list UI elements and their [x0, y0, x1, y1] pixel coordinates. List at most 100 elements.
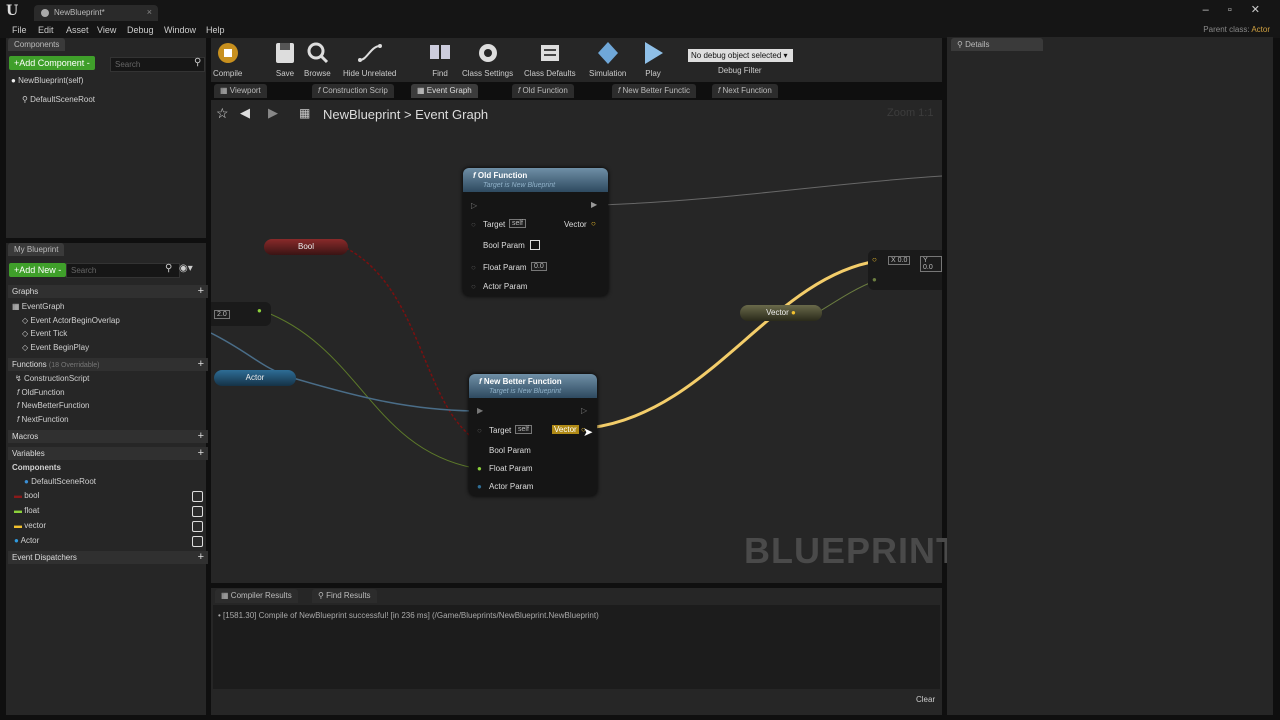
- add-function-icon[interactable]: +: [198, 358, 204, 371]
- add-macro-icon[interactable]: +: [198, 430, 204, 443]
- vector-variable-node[interactable]: Vector ●: [740, 305, 822, 321]
- components-search-input[interactable]: Search: [110, 57, 205, 72]
- menu-view[interactable]: View: [97, 25, 116, 35]
- save-button[interactable]: Save: [272, 40, 298, 78]
- tab-event-graph[interactable]: ▦ Event Graph: [411, 84, 478, 98]
- graph-item-beginplay[interactable]: ◇ Event BeginPlay: [22, 343, 89, 352]
- menu-file[interactable]: File: [12, 25, 27, 35]
- float-in-pin-icon[interactable]: ●: [872, 275, 877, 284]
- breadcrumb-root[interactable]: NewBlueprint: [323, 107, 400, 122]
- menu-debug[interactable]: Debug: [127, 25, 154, 35]
- visibility-toggle-icon[interactable]: [192, 491, 203, 502]
- exec-out-pin-icon[interactable]: ▷: [581, 406, 587, 415]
- back-arrow-icon[interactable]: ◀: [240, 105, 250, 121]
- make-vector-node[interactable]: ○ X 0.0 Y 0.0 ●: [868, 250, 942, 290]
- variable-item-actor[interactable]: ● Actor: [14, 536, 39, 545]
- visibility-toggle-icon[interactable]: [192, 521, 203, 532]
- bool-param-checkbox[interactable]: [530, 240, 540, 250]
- compile-button[interactable]: Compile: [213, 40, 242, 78]
- hide-unrelated-button[interactable]: Hide Unrelated: [343, 40, 396, 78]
- menu-window[interactable]: Window: [164, 25, 196, 35]
- debug-object-select[interactable]: No debug object selected ▾: [688, 49, 793, 62]
- add-variable-icon[interactable]: +: [198, 447, 204, 460]
- class-settings-button[interactable]: Class Settings: [462, 40, 513, 78]
- variable-item-vector[interactable]: ▬ vector: [14, 521, 46, 530]
- variable-item-float[interactable]: ▬ float: [14, 506, 39, 515]
- bool-variable-node[interactable]: Bool: [264, 239, 348, 255]
- tab-next-function[interactable]: f Next Function: [712, 84, 778, 98]
- new-better-function-node[interactable]: f New Better Function Target is New Blue…: [469, 374, 597, 496]
- macros-section[interactable]: Macros +: [8, 430, 208, 443]
- play-button[interactable]: Play: [640, 40, 666, 78]
- tab-compiler-results[interactable]: ▦ Compiler Results: [215, 589, 298, 603]
- functions-section[interactable]: Functions (18 Overridable) +: [8, 358, 208, 371]
- actor-pin-icon[interactable]: ●: [477, 482, 482, 491]
- function-item-nextfunction[interactable]: f NextFunction: [17, 415, 69, 424]
- graph-item-eventgraph[interactable]: ▦ EventGraph: [12, 302, 65, 311]
- actor-pin-icon[interactable]: ○: [471, 282, 476, 291]
- float-literal-node[interactable]: 2.0 ●: [211, 302, 271, 326]
- graph-item-eventtick[interactable]: ◇ Event Tick: [22, 329, 67, 338]
- target-self-value[interactable]: self: [509, 219, 526, 228]
- tab-construction-script[interactable]: f Construction Scrip: [312, 84, 394, 98]
- variable-item-defaultsceneroot[interactable]: ● DefaultSceneRoot: [24, 477, 96, 486]
- tab-new-better-function[interactable]: f New Better Functic: [612, 84, 697, 98]
- menu-asset[interactable]: Asset: [66, 25, 89, 35]
- clear-button[interactable]: Clear: [916, 695, 935, 704]
- float-out-pin-icon[interactable]: ●: [257, 306, 262, 315]
- vector-y-value[interactable]: Y 0.0: [920, 256, 942, 272]
- menu-edit[interactable]: Edit: [38, 25, 54, 35]
- browse-button[interactable]: Browse: [304, 40, 331, 78]
- tab-old-function[interactable]: f Old Function: [512, 84, 574, 98]
- target-pin-icon[interactable]: ○: [471, 220, 476, 229]
- close-icon[interactable]: ×: [147, 7, 152, 17]
- find-button[interactable]: Find: [427, 40, 453, 78]
- my-blueprint-tab[interactable]: My Blueprint: [8, 243, 65, 256]
- vector-out-pin-icon[interactable]: ○: [591, 219, 596, 228]
- menu-help[interactable]: Help: [206, 25, 225, 35]
- actor-variable-node[interactable]: Actor: [214, 370, 296, 386]
- visibility-toggle-icon[interactable]: [192, 506, 203, 517]
- add-component-button[interactable]: +Add Component -: [9, 56, 95, 70]
- vector-x-value[interactable]: X 0.0: [888, 256, 911, 265]
- details-tab[interactable]: ⚲ Details: [951, 38, 1043, 51]
- add-graph-icon[interactable]: +: [198, 285, 204, 298]
- float-pin-icon[interactable]: ●: [477, 464, 482, 473]
- tab-viewport[interactable]: ▦ Viewport: [214, 84, 267, 98]
- exec-in-pin-icon[interactable]: ▷: [471, 201, 477, 210]
- target-pin-icon[interactable]: ○: [477, 426, 482, 435]
- vector-in-pin-icon[interactable]: ○: [872, 255, 877, 264]
- add-new-button[interactable]: +Add New -: [9, 263, 67, 277]
- exec-in-pin-icon[interactable]: ▶: [477, 406, 483, 415]
- function-item-constructionscript[interactable]: ↯ ConstructionScript: [15, 374, 89, 383]
- document-tab[interactable]: NewBlueprint* ×: [34, 5, 158, 21]
- components-category[interactable]: Components: [12, 463, 61, 472]
- variables-section[interactable]: Variables +: [8, 447, 208, 460]
- eye-icon[interactable]: ◉▾: [179, 263, 193, 274]
- float-param-value[interactable]: 0.0: [531, 262, 547, 271]
- exec-out-pin-icon[interactable]: ▶: [591, 200, 597, 209]
- float-literal-value[interactable]: 2.0: [214, 310, 230, 319]
- vector-out-pin-icon[interactable]: ●: [791, 308, 796, 317]
- function-item-newbetterfunction[interactable]: f NewBetterFunction: [17, 401, 90, 410]
- class-defaults-button[interactable]: Class Defaults: [524, 40, 576, 78]
- window-controls[interactable]: – ▫ ✕: [1203, 3, 1268, 16]
- component-item-self[interactable]: ● NewBlueprint(self): [11, 76, 83, 85]
- add-dispatcher-icon[interactable]: +: [198, 551, 204, 564]
- float-pin-icon[interactable]: ○: [471, 263, 476, 272]
- components-tab[interactable]: Components: [8, 38, 66, 51]
- old-function-node[interactable]: f Old Function Target is New Blueprint ▷…: [463, 168, 608, 296]
- event-dispatchers-section[interactable]: Event Dispatchers +: [8, 551, 208, 564]
- breadcrumb-current[interactable]: Event Graph: [415, 107, 488, 122]
- parent-class-value[interactable]: Actor: [1251, 25, 1270, 34]
- forward-arrow-icon[interactable]: ▶: [268, 105, 278, 121]
- my-blueprint-search-input[interactable]: Search: [66, 263, 180, 278]
- function-item-oldfunction[interactable]: f OldFunction: [17, 388, 65, 397]
- simulation-button[interactable]: Simulation: [589, 40, 626, 78]
- variable-item-bool[interactable]: ▬ bool: [14, 491, 39, 500]
- component-item-defaultsceneroot[interactable]: ⚲ DefaultSceneRoot: [22, 95, 95, 104]
- graph-item-actorbeginoverlap[interactable]: ◇ Event ActorBeginOverlap: [22, 316, 120, 325]
- target-self-value[interactable]: self: [515, 425, 532, 434]
- graphs-section[interactable]: Graphs +: [8, 285, 208, 298]
- visibility-toggle-icon[interactable]: [192, 536, 203, 547]
